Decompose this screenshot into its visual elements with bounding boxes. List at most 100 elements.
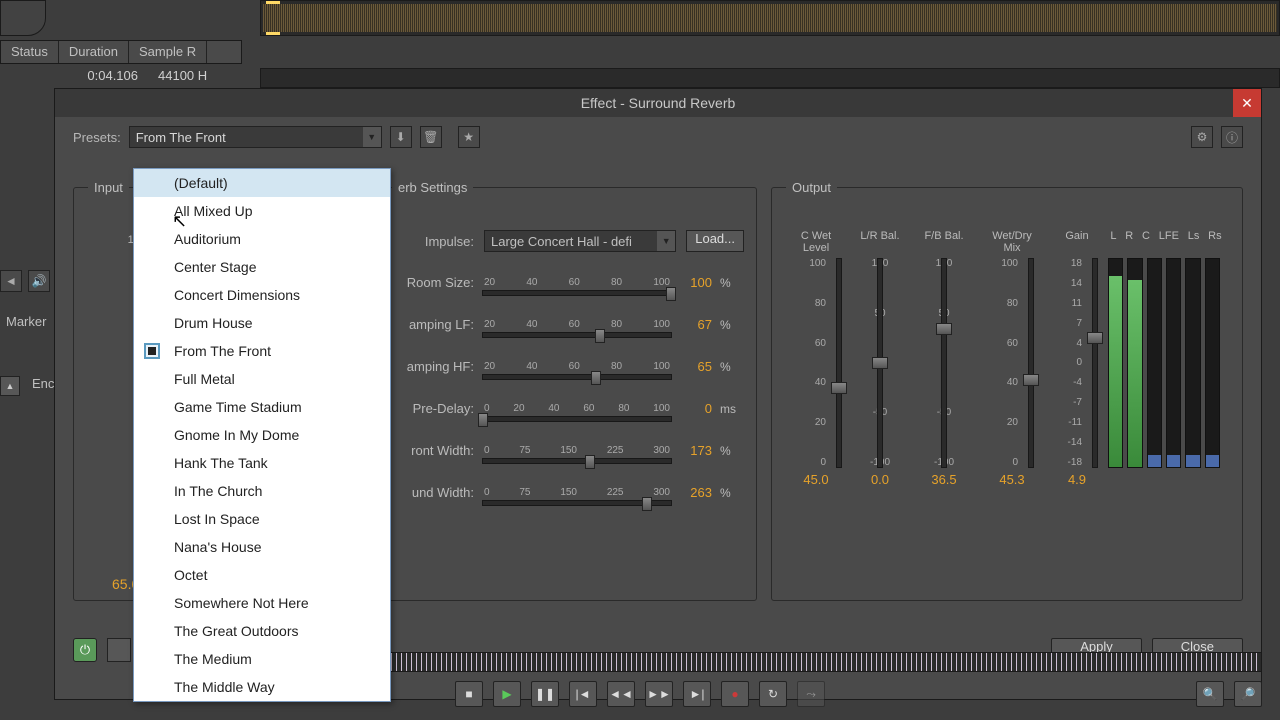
preset-option[interactable]: Nana's House bbox=[134, 533, 390, 561]
output-fader[interactable]: 100806040200 bbox=[784, 258, 848, 468]
preset-option[interactable]: Concert Dimensions bbox=[134, 281, 390, 309]
preset-selected-value: From The Front bbox=[136, 130, 226, 145]
timeline-waveform[interactable] bbox=[260, 0, 1280, 36]
preset-option[interactable]: Lost In Space bbox=[134, 505, 390, 533]
delete-preset-icon[interactable]: 🗑 bbox=[420, 126, 442, 148]
pause-button[interactable]: ❚❚ bbox=[531, 681, 559, 707]
loop-button[interactable]: ↻ bbox=[759, 681, 787, 707]
reverb-slider[interactable]: 075150225300 bbox=[482, 487, 672, 506]
enc-label: Enc bbox=[32, 376, 54, 391]
reverb-value: 173 bbox=[680, 443, 712, 458]
stop-button[interactable]: ■ bbox=[455, 681, 483, 707]
left-toolbar: ◄ 🔊 bbox=[0, 270, 50, 292]
record-button[interactable]: ● bbox=[721, 681, 749, 707]
reverb-unit: % bbox=[720, 276, 744, 290]
output-value: 0.0 bbox=[848, 472, 912, 487]
preset-option[interactable]: The Medium bbox=[134, 645, 390, 673]
meter-LFE bbox=[1166, 258, 1181, 468]
impulse-value: Large Concert Hall - defi bbox=[491, 234, 632, 249]
meter-L bbox=[1108, 258, 1123, 468]
preset-option[interactable]: From The Front bbox=[134, 337, 390, 365]
info-icon[interactable]: ⓘ bbox=[1221, 126, 1243, 148]
reverb-label: ront Width: bbox=[390, 443, 474, 458]
expand-arrow-icon[interactable]: ▲ bbox=[0, 376, 20, 396]
preset-option[interactable]: Octet bbox=[134, 561, 390, 589]
output-meters bbox=[1104, 258, 1224, 468]
preset-option[interactable]: In The Church bbox=[134, 477, 390, 505]
overview-waveform[interactable] bbox=[260, 652, 1262, 672]
output-value: 4.9 bbox=[1048, 472, 1106, 487]
preset-option[interactable]: The Middle Way bbox=[134, 673, 390, 701]
output-fader[interactable]: 100806040200 bbox=[976, 258, 1040, 468]
clip-info-header: Status Duration Sample R bbox=[0, 40, 242, 64]
reverb-row-4: ront Width:075150225300173% bbox=[390, 430, 744, 464]
preset-option[interactable]: Drum House bbox=[134, 309, 390, 337]
output-fader[interactable]: 100500-50-100 bbox=[848, 258, 912, 468]
forward-button[interactable]: ►► bbox=[645, 681, 673, 707]
close-button[interactable]: ✕ bbox=[1233, 89, 1261, 117]
zoom-out-button[interactable]: 🔎 bbox=[1234, 681, 1262, 707]
output-panel: Output C WetLevelL/R Bal.F/B Bal.Wet/Dry… bbox=[771, 187, 1243, 601]
preset-option[interactable]: All Mixed Up bbox=[134, 197, 390, 225]
time-ruler[interactable] bbox=[260, 68, 1280, 88]
power-toggle[interactable]: ⏻ bbox=[73, 638, 97, 662]
chevron-down-icon: ▼ bbox=[657, 231, 675, 251]
meter-R bbox=[1127, 258, 1142, 468]
preset-option[interactable]: The Great Outdoors bbox=[134, 617, 390, 645]
preset-option[interactable]: Somewhere Not Here bbox=[134, 589, 390, 617]
settings-icon[interactable]: ⚙ bbox=[1191, 126, 1213, 148]
skip-selection-button[interactable]: ⤳ bbox=[797, 681, 825, 707]
play-button[interactable]: ▶ bbox=[493, 681, 521, 707]
sample-rate-value: 44100 H bbox=[158, 68, 207, 83]
speaker-icon[interactable]: 🔊 bbox=[28, 270, 50, 292]
reverb-value: 100 bbox=[680, 275, 712, 290]
reverb-slider[interactable]: 20406080100 bbox=[482, 277, 672, 296]
output-fader[interactable]: 100500-50-100 bbox=[912, 258, 976, 468]
reverb-value: 67 bbox=[680, 317, 712, 332]
meter-Ls bbox=[1185, 258, 1200, 468]
skip-back-button[interactable]: |◄ bbox=[569, 681, 597, 707]
preset-option[interactable]: Auditorium bbox=[134, 225, 390, 253]
preview-button[interactable] bbox=[107, 638, 131, 662]
output-fader[interactable]: 181411740-4-7-11-14-18 bbox=[1040, 258, 1104, 468]
preset-dropdown-list[interactable]: (Default)All Mixed UpAuditoriumCenter St… bbox=[133, 168, 391, 702]
output-col-header: Wet/DryMix bbox=[976, 230, 1048, 254]
reverb-row-3: Pre-Delay:0204060801000ms bbox=[390, 388, 744, 422]
preset-option[interactable]: Full Metal bbox=[134, 365, 390, 393]
impulse-dropdown[interactable]: Large Concert Hall - defi ▼ bbox=[484, 230, 676, 252]
dialog-title-bar[interactable]: Effect - Surround Reverb ✕ bbox=[55, 89, 1261, 117]
reverb-value: 0 bbox=[680, 401, 712, 416]
input-panel-title: Input bbox=[88, 180, 129, 195]
rewind-button[interactable]: ◄◄ bbox=[607, 681, 635, 707]
preset-option[interactable]: Game Time Stadium bbox=[134, 393, 390, 421]
zoom-in-button[interactable]: 🔍 bbox=[1196, 681, 1224, 707]
status-header: Status bbox=[1, 41, 59, 63]
preset-option[interactable]: (Default) bbox=[134, 169, 390, 197]
preset-option[interactable]: Gnome In My Dome bbox=[134, 421, 390, 449]
output-col-header: L/R Bal. bbox=[848, 230, 912, 254]
reverb-row-0: Room Size: 20406080100 100% bbox=[390, 262, 744, 296]
preset-dropdown[interactable]: From The Front ▼ bbox=[129, 126, 382, 148]
meter-C bbox=[1147, 258, 1162, 468]
favorite-icon[interactable]: ★ bbox=[458, 126, 480, 148]
reverb-slider[interactable]: 20406080100 bbox=[482, 361, 672, 380]
reverb-slider[interactable]: 20406080100 bbox=[482, 319, 672, 338]
reverb-slider[interactable]: 075150225300 bbox=[482, 445, 672, 464]
reverb-panel-title: erb Settings bbox=[392, 180, 473, 195]
reverb-label: Room Size: bbox=[390, 275, 474, 290]
skip-forward-button[interactable]: ►| bbox=[683, 681, 711, 707]
output-col-header: Gain bbox=[1048, 230, 1106, 254]
load-button[interactable]: Load... bbox=[686, 230, 744, 252]
chevron-down-icon: ▼ bbox=[363, 127, 381, 147]
output-col-header: F/B Bal. bbox=[912, 230, 976, 254]
preset-option[interactable]: Center Stage bbox=[134, 253, 390, 281]
arrow-left-icon[interactable]: ◄ bbox=[0, 270, 22, 292]
preset-option[interactable]: Hank The Tank bbox=[134, 449, 390, 477]
save-preset-icon[interactable]: ⬇ bbox=[390, 126, 412, 148]
reverb-slider[interactable]: 020406080100 bbox=[482, 403, 672, 422]
reverb-value: 263 bbox=[680, 485, 712, 500]
reverb-label: Pre-Delay: bbox=[390, 401, 474, 416]
reverb-row-2: amping HF:2040608010065% bbox=[390, 346, 744, 380]
reverb-label: amping LF: bbox=[390, 317, 474, 332]
reverb-row-1: amping LF:2040608010067% bbox=[390, 304, 744, 338]
